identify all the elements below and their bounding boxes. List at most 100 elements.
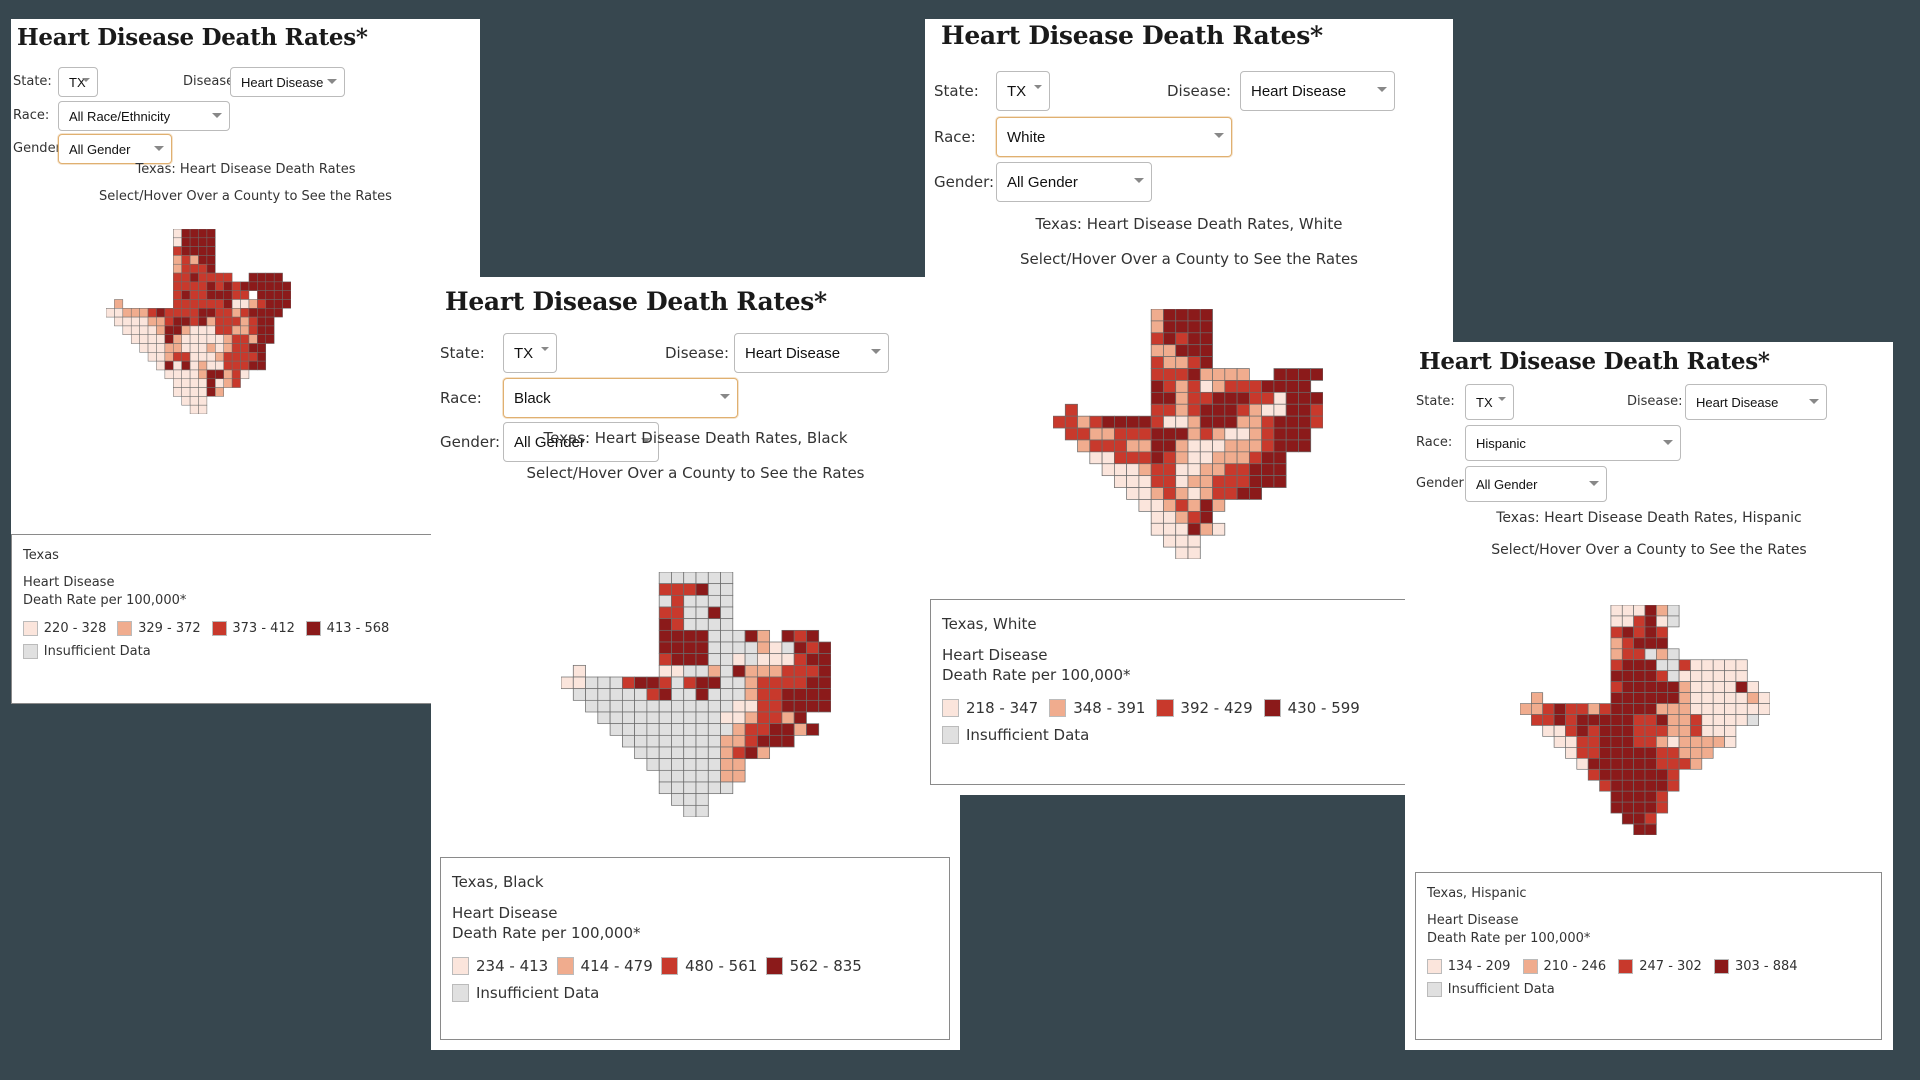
county-cell[interactable] — [198, 229, 208, 239]
county-cell[interactable] — [265, 281, 275, 291]
county-cell[interactable] — [658, 676, 672, 690]
county-cell[interactable] — [1101, 451, 1115, 465]
county-cell[interactable] — [1199, 309, 1213, 322]
county-cell[interactable] — [1610, 681, 1623, 693]
county-cell[interactable] — [248, 272, 258, 283]
county-cell[interactable] — [1621, 736, 1634, 748]
county-cell[interactable] — [1199, 522, 1213, 536]
county-cell[interactable] — [572, 664, 586, 678]
county-cell[interactable] — [720, 572, 734, 585]
county-cell[interactable] — [1199, 451, 1213, 465]
county-cell[interactable] — [793, 688, 807, 701]
county-cell[interactable] — [1678, 758, 1691, 770]
county-cell[interactable] — [1163, 415, 1177, 429]
county-cell[interactable] — [1199, 463, 1213, 477]
county-cell[interactable] — [1212, 439, 1226, 453]
county-cell[interactable] — [156, 316, 166, 327]
county-cell[interactable] — [1212, 403, 1226, 417]
county-cell[interactable] — [1163, 380, 1177, 393]
county-cell[interactable] — [744, 746, 758, 760]
county-cell[interactable] — [147, 316, 157, 327]
county-cell[interactable] — [646, 758, 660, 771]
county-cell[interactable] — [671, 653, 685, 666]
county-cell[interactable] — [1175, 451, 1189, 465]
county-cell[interactable] — [1644, 823, 1657, 835]
county-cell[interactable] — [1656, 692, 1669, 704]
county-cell[interactable] — [1644, 615, 1657, 628]
county-cell[interactable] — [732, 653, 746, 666]
county-cell[interactable] — [181, 378, 191, 388]
county-cell[interactable] — [720, 653, 734, 666]
county-cell[interactable] — [1163, 534, 1177, 548]
county-cell[interactable] — [1187, 309, 1201, 322]
county-cell[interactable] — [695, 793, 709, 806]
county-cell[interactable] — [658, 723, 672, 736]
county-cell[interactable] — [181, 272, 191, 283]
county-cell[interactable] — [756, 676, 771, 690]
county-cell[interactable] — [164, 325, 174, 335]
county-cell[interactable] — [756, 653, 771, 666]
county-cell[interactable] — [1236, 463, 1250, 477]
county-cell[interactable] — [1656, 637, 1669, 650]
county-cell[interactable] — [1150, 332, 1164, 346]
county-cell[interactable] — [1656, 681, 1669, 693]
county-cell[interactable] — [732, 676, 746, 690]
county-cell[interactable] — [198, 255, 208, 265]
county-cell[interactable] — [1163, 463, 1177, 477]
county-cell[interactable] — [1224, 380, 1238, 393]
county-cell[interactable] — [1724, 714, 1737, 726]
county-cell[interactable] — [265, 316, 275, 327]
county-cell[interactable] — [1212, 415, 1226, 429]
county-cell[interactable] — [1587, 768, 1600, 781]
county-cell[interactable] — [781, 734, 795, 748]
county-cell[interactable] — [1610, 725, 1623, 737]
county-cell[interactable] — [1644, 670, 1657, 682]
county-cell[interactable] — [695, 711, 709, 725]
county-cell[interactable] — [1587, 736, 1600, 748]
county-cell[interactable] — [658, 734, 672, 748]
county-cell[interactable] — [198, 316, 208, 327]
county-cell[interactable] — [206, 281, 216, 291]
county-cell[interactable] — [147, 334, 157, 344]
county-cell[interactable] — [257, 316, 267, 327]
county-cell[interactable] — [1248, 439, 1263, 453]
county-cell[interactable] — [1138, 487, 1152, 500]
county-cell[interactable] — [1089, 415, 1103, 429]
county-cell[interactable] — [1187, 332, 1201, 346]
county-cell[interactable] — [695, 699, 709, 713]
county-cell[interactable] — [609, 711, 623, 725]
county-cell[interactable] — [1199, 415, 1213, 429]
county-cell[interactable] — [181, 360, 191, 371]
county-cell[interactable] — [695, 781, 709, 795]
county-cell[interactable] — [1667, 605, 1680, 617]
county-cell[interactable] — [122, 316, 132, 327]
county-cell[interactable] — [707, 676, 721, 690]
county-cell[interactable] — [1285, 380, 1299, 393]
county-cell[interactable] — [818, 653, 831, 666]
county-cell[interactable] — [1224, 487, 1238, 500]
county-cell[interactable] — [1163, 475, 1177, 488]
county-cell[interactable] — [695, 629, 709, 643]
race-select[interactable]: All Race/Ethnicity — [58, 101, 230, 131]
county-cell[interactable] — [1150, 451, 1164, 465]
county-cell[interactable] — [683, 664, 697, 678]
county-cell[interactable] — [585, 688, 599, 701]
county-cell[interactable] — [1113, 475, 1128, 488]
county-cell[interactable] — [1621, 703, 1634, 715]
county-cell[interactable] — [1610, 659, 1623, 672]
county-cell[interactable] — [1565, 736, 1578, 748]
county-cell[interactable] — [1678, 670, 1691, 682]
county-cell[interactable] — [1542, 714, 1555, 726]
county-cell[interactable] — [634, 711, 648, 725]
county-cell[interactable] — [1553, 736, 1566, 748]
county-cell[interactable] — [793, 711, 807, 725]
county-cell[interactable] — [1236, 391, 1250, 405]
county-cell[interactable] — [720, 723, 734, 736]
county-cell[interactable] — [1690, 692, 1703, 704]
county-cell[interactable] — [1187, 451, 1201, 465]
county-cell[interactable] — [198, 343, 208, 353]
county-cell[interactable] — [1150, 427, 1164, 441]
county-cell[interactable] — [658, 711, 672, 725]
county-cell[interactable] — [1621, 670, 1634, 682]
county-cell[interactable] — [1273, 391, 1287, 405]
